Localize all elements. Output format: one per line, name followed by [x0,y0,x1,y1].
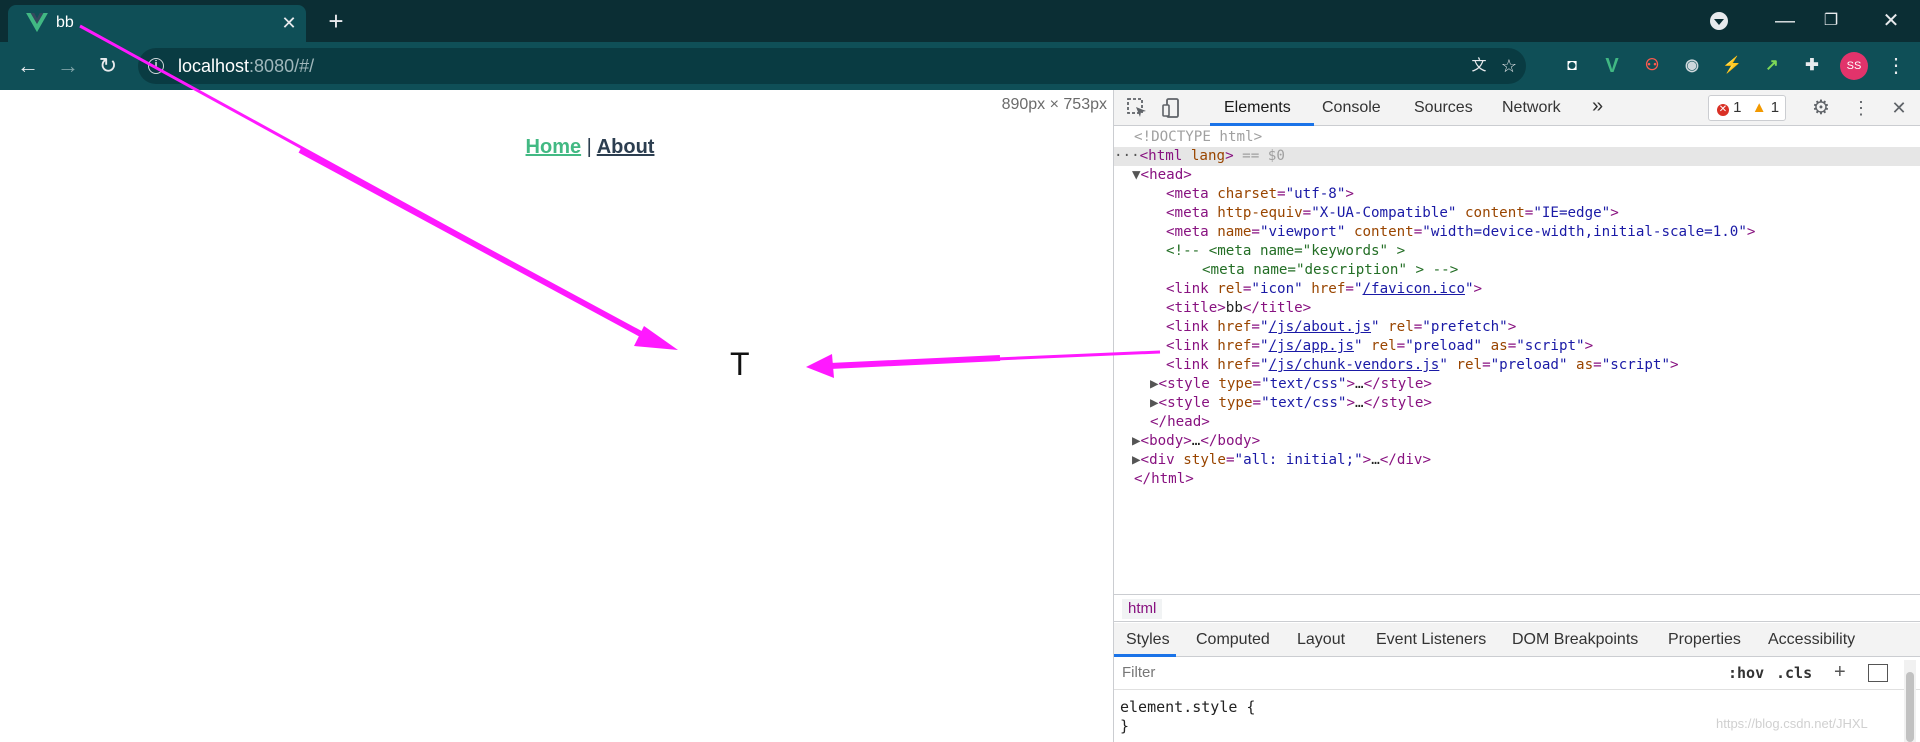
tab-elements[interactable]: Elements [1224,99,1291,117]
extension-lightning-icon[interactable]: ⚡ [1720,54,1744,78]
extension-robot-icon[interactable]: ◉ [1680,54,1704,78]
active-tab-indicator [1210,123,1314,126]
page-nav: Home | About [0,136,1180,159]
tab-properties[interactable]: Properties [1668,631,1741,649]
dom-line-meta-charset[interactable]: <meta charset="utf-8"> [1166,185,1354,204]
tab-network[interactable]: Network [1502,99,1561,117]
tab-dom-breakpoints[interactable]: DOM Breakpoints [1512,631,1638,649]
hover-state-toggle[interactable]: :hov [1728,664,1764,682]
extension-square-icon[interactable]: ◘ [1560,54,1584,78]
reload-icon[interactable]: ↻ [94,52,122,80]
minimize-icon[interactable]: — [1762,6,1808,36]
dom-line-head-close[interactable]: </head> [1150,413,1210,432]
active-styles-tab-indicator [1114,654,1176,657]
tab-close-icon[interactable]: ✕ [278,12,300,34]
about-link[interactable]: About [597,136,655,158]
tab-sources[interactable]: Sources [1414,99,1473,117]
element-style-rule[interactable]: element.style {} [1120,698,1255,736]
tab-console[interactable]: Console [1322,99,1381,117]
browser-toolbar: ← → ↻ i localhost:8080/#/ 文 ☆ ◘ V ⚇ ◉ ⚡ … [0,42,1920,90]
expand-triangle-icon: ▼ [1132,167,1141,183]
dom-line-body[interactable]: ▶<body>…</body> [1132,432,1260,451]
dom-line-comment-2[interactable]: <meta name="description" > --> [1202,261,1458,280]
devtools-panel: Elements Console Sources Network » ✕ 1 ▲… [1113,90,1920,742]
translate-icon[interactable]: 文 [1468,55,1490,77]
address-bar[interactable]: i localhost:8080/#/ 文 ☆ [138,48,1526,84]
toggle-sidebar-icon[interactable] [1868,664,1888,682]
new-style-rule-icon[interactable]: + [1834,661,1846,684]
watermark: https://blog.csdn.net/JHXL [1716,716,1868,731]
extension-network-icon[interactable]: ⚇ [1640,54,1664,78]
dom-line-link-app[interactable]: <link href="/js/app.js" rel="preload" as… [1166,337,1593,356]
dom-line-html[interactable]: ···<html lang> == $0 [1114,147,1920,166]
warning-icon: ▲ [1751,99,1767,116]
tab-accessibility[interactable]: Accessibility [1768,631,1855,649]
tab-computed[interactable]: Computed [1196,631,1270,649]
dom-line-comment-1[interactable]: <!-- <meta name="keywords" > [1166,242,1405,261]
site-info-icon[interactable]: i [148,58,164,74]
dom-line-link-icon[interactable]: <link rel="icon" href="/favicon.ico"> [1166,280,1482,299]
tab-layout[interactable]: Layout [1297,631,1345,649]
browser-tab[interactable]: bb ✕ [8,5,306,42]
collapsed-triangle-icon: ▶ [1150,395,1159,411]
window-close-icon[interactable]: ✕ [1868,6,1914,36]
page-viewport: Home | About T 890px × 753px [0,90,1113,742]
bookmark-star-icon[interactable]: ☆ [1498,55,1520,77]
dom-line-style-2[interactable]: ▶<style type="text/css">…</style> [1150,394,1432,413]
styles-scrollbar[interactable] [1904,660,1916,742]
dom-line-title[interactable]: <title>bb</title> [1166,299,1311,318]
profile-avatar[interactable]: SS [1840,52,1868,80]
tab-search-icon[interactable] [1708,10,1730,32]
restore-icon[interactable]: ❐ [1808,6,1854,36]
dom-line-link-vendors[interactable]: <link href="/js/chunk-vendors.js" rel="p… [1166,356,1679,375]
styles-filter-row: Filter :hov .cls + [1114,658,1920,690]
dom-line-html-close[interactable]: </html> [1134,470,1194,489]
styles-pane-tabs: Styles Computed Layout Event Listeners D… [1114,623,1920,657]
dom-line-style-1[interactable]: ▶<style type="text/css">…</style> [1150,375,1432,394]
tab-styles[interactable]: Styles [1126,631,1170,649]
inspect-element-icon[interactable] [1126,97,1148,119]
new-tab-icon[interactable]: + [322,8,350,36]
tab-event-listeners[interactable]: Event Listeners [1376,631,1486,649]
nav-separator: | [586,136,592,158]
page-content-text: T [730,346,750,382]
extension-chart-icon[interactable]: ↗ [1760,54,1784,78]
styles-filter-input[interactable]: Filter [1122,664,1155,681]
breadcrumb-html[interactable]: html [1122,599,1163,619]
browser-menu-icon[interactable]: ⋮ [1886,52,1906,80]
more-tabs-icon[interactable]: » [1592,95,1603,118]
dom-line-div[interactable]: ▶<div style="all: initial;">…</div> [1132,451,1431,470]
elements-tree: <!DOCTYPE html> ···<html lang> == $0 ▼<h… [1114,128,1920,584]
vue-devtools-icon[interactable]: V [1600,54,1624,78]
home-link[interactable]: Home [526,136,582,158]
dom-line-link-about[interactable]: <link href="/js/about.js" rel="prefetch"… [1166,318,1516,337]
collapsed-triangle-icon: ▶ [1150,376,1159,392]
issues-counter[interactable]: ✕ 1 ▲ 1 [1708,95,1786,121]
settings-gear-icon[interactable]: ⚙ [1810,97,1832,119]
viewport-dimensions: 890px × 753px [1001,96,1107,113]
dom-line-head[interactable]: ▼<head> [1132,166,1192,185]
dom-line-meta-httpequiv[interactable]: <meta http-equiv="X-UA-Compatible" conte… [1166,204,1619,223]
dom-breadcrumb: html [1114,594,1920,622]
devtools-close-icon[interactable]: ✕ [1888,97,1910,119]
error-icon: ✕ [1717,104,1729,116]
devtools-topbar: Elements Console Sources Network » ✕ 1 ▲… [1114,90,1920,126]
tab-title: bb [56,14,74,31]
dom-line-meta-viewport[interactable]: <meta name="viewport" content="width=dev… [1166,223,1755,242]
dom-line-doctype[interactable]: <!DOCTYPE html> [1134,128,1262,147]
devtools-menu-icon[interactable]: ⋮ [1850,97,1872,119]
back-icon[interactable]: ← [14,52,42,80]
error-count: 1 [1733,99,1742,116]
device-toolbar-icon[interactable] [1160,97,1182,119]
collapsed-triangle-icon: ▶ [1132,452,1141,468]
scrollbar-thumb[interactable] [1906,672,1914,742]
class-toggle[interactable]: .cls [1776,664,1812,682]
warning-count: 1 [1770,99,1780,116]
forward-icon[interactable]: → [54,52,82,80]
tab-strip: bb ✕ + — ❐ ✕ [0,0,1920,42]
collapsed-triangle-icon: ▶ [1132,433,1141,449]
vue-logo-icon [26,13,48,33]
extensions-puzzle-icon[interactable]: ✚ [1800,54,1824,78]
url-text[interactable]: localhost:8080/#/ [178,56,314,77]
